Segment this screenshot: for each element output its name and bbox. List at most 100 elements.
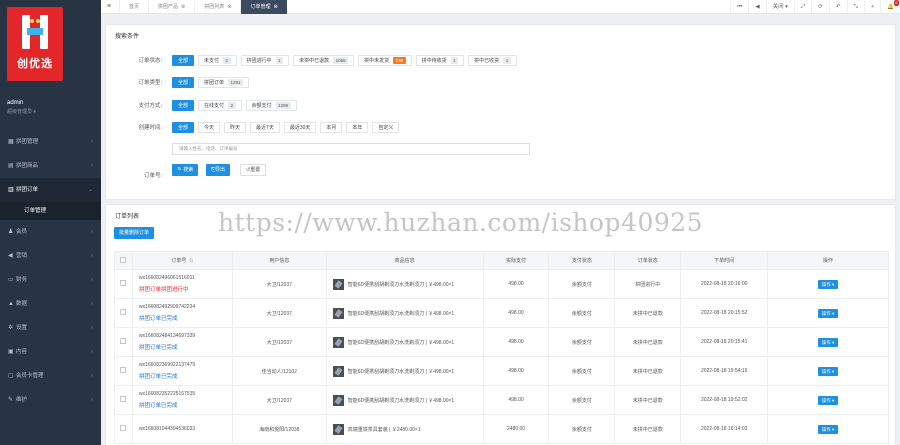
row-select-cell[interactable] [114,385,133,415]
filter-count-badge: 1 [503,56,511,64]
export-button[interactable]: ⎘导出 [206,164,231,176]
row-select-cell[interactable] [114,298,133,328]
filter-option[interactable]: 昨天 [224,121,247,133]
order-time-cell: 2022-08-18 16:14:03 [680,414,769,444]
column-header[interactable]: 订单号 ⇅ [131,251,233,270]
filter-option[interactable]: 拼中待收货 1 [415,54,465,66]
row-checkbox[interactable] [120,367,127,373]
filter-option[interactable]: 本年 [346,121,369,133]
filter-count-badge: 1289 [275,101,291,109]
filter-option[interactable]: 拼团订单 1291 [198,76,250,88]
sidebar-item-5[interactable]: ▭ 财务 › [0,268,101,292]
sidebar-item-label: 数据 [16,301,28,307]
filter-option[interactable]: 余额支付 1289 [245,99,297,111]
row-select-cell[interactable] [114,269,133,299]
sidebar-item-9[interactable]: ▢ 会员卡管理 › [0,364,101,388]
search-button[interactable]: 🔍搜索 [172,164,199,176]
sidebar-item-icon: ✎ [8,397,14,403]
row-action-dropdown[interactable]: 操作 ▾ [817,308,839,318]
filter-label: 支付方式: [138,103,162,109]
filter-option[interactable]: 在线支付 2 [198,99,242,111]
close-tabs-dropdown[interactable]: 关闭 ▾ [765,0,794,14]
close-tab-icon[interactable]: ⊗ [227,4,231,10]
expand-icon[interactable]: ⤡ [846,0,864,14]
filter-option[interactable]: 未支付 2 [198,54,237,66]
row-checkbox[interactable] [120,280,127,286]
product-info: 智能6D便携刮胡剃须刀水洗剃须刀 | ￥498.00×1 [347,281,455,288]
tab-label: 订单管理 [250,4,271,10]
filter-option[interactable]: 拼中未发货 230 [358,54,412,66]
order-status-link[interactable]: 拼团订单拼团进行中 [139,285,232,293]
user-role[interactable]: 超级管理员 ▾ [7,108,36,115]
batch-delete-button[interactable]: 批量删除订单 [114,227,155,239]
notification-bell-icon[interactable]: 🔔 6 [880,0,900,14]
sidebar-item-3[interactable]: ♟ 会员 › [0,220,101,244]
sidebar-item-1[interactable]: ▤ 拼团商品 › [0,154,101,178]
filter-option[interactable]: 全部 [172,54,195,66]
fullscreen-icon[interactable]: ⤢ [793,0,811,14]
order-status-link[interactable]: 拼团订单已完成 [139,343,232,351]
row-action-dropdown[interactable]: 操作 ▾ [817,337,839,347]
row-checkbox[interactable] [120,425,127,431]
row-action-dropdown[interactable]: 操作 ▾ [817,279,839,289]
tab-3[interactable]: 订单管理 ⊗ [240,0,287,14]
tab-1[interactable]: 拼团产品 ⊗ [148,0,194,14]
back-icon[interactable]: ↶ [828,0,847,14]
sidebar-item-icon: ♟ [8,229,14,235]
filter-option[interactable]: 全部 [172,99,195,111]
row-select-cell[interactable] [114,356,133,386]
filter-option[interactable]: 拼中已收货 1 [468,54,517,66]
reset-button[interactable]: ↺重置 [240,164,267,176]
filter-option[interactable]: 全部 [172,121,195,133]
filter-option[interactable]: 最近30天 [283,121,317,133]
sidebar-item-4[interactable]: ◀ 营销 › [0,244,101,268]
brand-logo[interactable]: 创优选 [7,7,63,81]
close-tab-icon[interactable]: ⊗ [181,4,185,10]
user-info[interactable]: admin 超级管理员 ▾ [7,100,36,115]
select-all-checkbox[interactable] [120,256,127,263]
filter-option[interactable]: 本月 [320,121,343,133]
sidebar-item-2[interactable]: ▥ 拼团订单 ⌄ [0,178,101,202]
row-action-dropdown[interactable]: 操作 ▾ [817,395,839,405]
filter-option[interactable]: 拼团进行中 1 [240,54,290,66]
sidebar-item-label: 拼团订单 [16,187,39,193]
filter-option[interactable]: 自定义 [372,121,400,133]
sidebar-item-10[interactable]: ✎ 维护 › [0,388,101,412]
sidebar-item-8[interactable]: ▣ 内容 › [0,340,101,364]
filter-option[interactable]: 全部 [172,76,195,88]
tab-2[interactable]: 拼团列表 ⊗ [194,0,240,14]
first-page-icon[interactable]: ⏮ [730,0,748,14]
action-cell: 操作 ▾ [767,327,889,357]
filter-option[interactable]: 今天 [198,121,221,133]
orders-table: 订单号 ⇅ 用户信息 商品信息 实际支付 支付状态 订单状态 下单时间 操作 wx1660824… [114,251,889,444]
order-status-link[interactable]: 拼团订单已完成 [139,401,232,409]
sort-icon[interactable]: ⇅ [189,258,193,264]
close-tab-icon[interactable]: ⊗ [273,4,277,10]
row-checkbox[interactable] [120,338,127,344]
topbar: ≡ 首页 拼团产品 ⊗ 拼团列表 ⊗ 订单管理 ⊗ ⏮ ◀ 关闭 ▾ ⤢ ⟳ ↶ ⤡ + 🔔… [101,0,900,14]
filter-option-label: 自定义 [378,124,394,131]
sidebar-item-7[interactable]: ✲ 设置 › [0,316,101,340]
filter-option[interactable]: 未拼中已退款 1058 [293,54,355,66]
row-action-dropdown[interactable]: 操作 ▾ [817,366,839,376]
row-checkbox[interactable] [120,396,127,402]
row-checkbox[interactable] [120,309,127,315]
filter-option[interactable]: 最近7天 [250,121,280,133]
sidebar-item-0[interactable]: ▦ 拼团管理 › [0,130,101,154]
order-status-link[interactable]: 拼团订单已完成 [139,314,232,322]
prev-page-icon[interactable]: ◀ [748,0,765,14]
row-select-cell[interactable] [114,414,133,444]
table-row: wx166081044394536033 海南和悦阳/12038 高端重铁茶具套装 … [114,414,889,444]
order-status-link[interactable]: 拼团订单已完成 [139,372,232,380]
tab-0[interactable]: 首页 [119,0,148,14]
select-all-cell[interactable] [114,251,133,270]
order-no-input[interactable]: 请输入姓名、电话、订单编号 [172,143,530,155]
row-select-cell[interactable] [114,327,133,357]
add-icon[interactable]: + [863,0,880,14]
refresh-icon[interactable]: ⟳ [811,0,829,14]
sidebar-subitem-order-manage[interactable]: 订单管理 [0,202,101,220]
menu-toggle-icon[interactable]: ≡ [107,3,111,10]
sidebar-item-6[interactable]: ▲ 数据 › [0,292,101,316]
table-row: wx166082369922137479 拼团订单已完成 佳当动人/12102 智能6… [114,356,889,386]
row-action-dropdown[interactable]: 操作 ▾ [817,424,839,434]
